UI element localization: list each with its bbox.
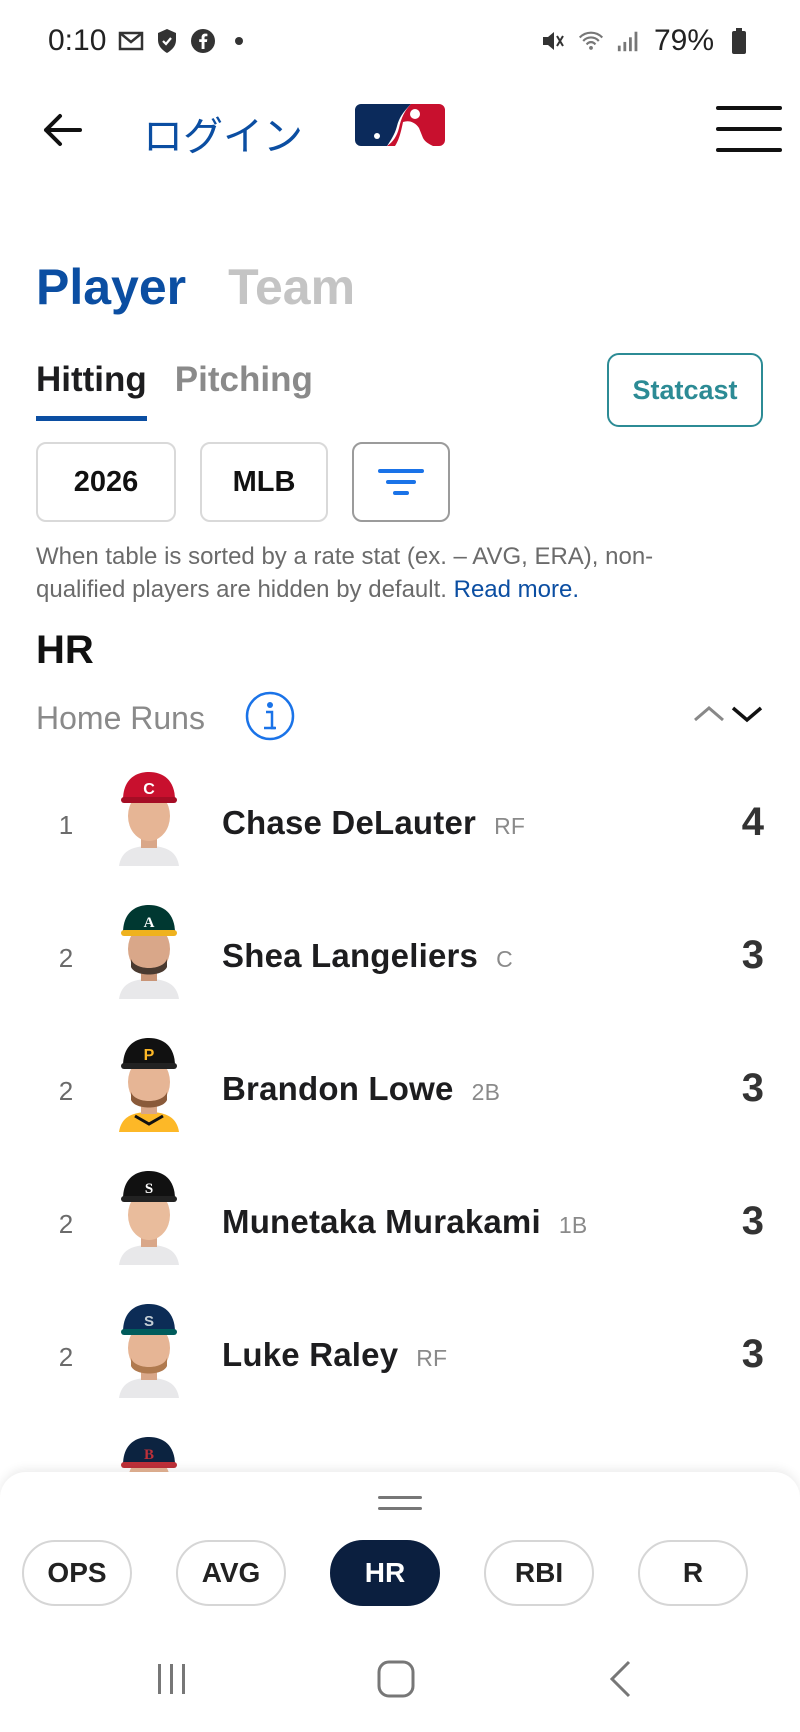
player-name-cell: Luke Raley RF <box>222 1336 447 1374</box>
player-row[interactable]: 2 S Luke Raley RF 3 <box>0 1292 800 1425</box>
wifi-icon <box>578 28 604 54</box>
menu-line <box>716 106 782 110</box>
status-time: 0:10 <box>48 24 107 57</box>
svg-text:P: P <box>144 1047 155 1064</box>
tab-player[interactable]: Player <box>36 258 186 316</box>
player-stat-value: 3 <box>741 1199 764 1243</box>
player-name: Shea Langeliers <box>222 937 479 974</box>
android-nav-bar <box>0 1632 800 1732</box>
chip-rbi[interactable]: RBI <box>484 1540 594 1606</box>
handle-line <box>378 1496 422 1499</box>
home-icon <box>377 1660 415 1698</box>
player-avatar: C <box>115 770 183 866</box>
read-more-link[interactable]: Read more. <box>454 576 579 603</box>
chip-avg[interactable]: AVG <box>176 1540 286 1606</box>
chevron-left-icon <box>609 1660 631 1698</box>
player-position: C <box>496 946 513 972</box>
player-row[interactable]: 2 A Shea Langeliers C 3 <box>0 893 800 1026</box>
app-header: ログイン <box>0 84 800 204</box>
filter-bar: 2026 MLB <box>36 442 450 522</box>
sort-up-down-icon[interactable] <box>693 700 765 728</box>
player-avatar: S <box>115 1302 183 1398</box>
arrow-left-icon <box>44 114 82 146</box>
player-name: Luke Raley <box>222 1336 399 1373</box>
info-icon[interactable] <box>244 690 296 742</box>
player-position: RF <box>494 813 526 839</box>
stat-selector-sheet: OPS AVG HR RBI R <box>0 1472 800 1732</box>
player-stat-value: 3 <box>741 933 764 977</box>
stat-full-name: Home Runs <box>36 700 205 736</box>
signal-icon <box>616 28 642 54</box>
player-name-cell: Munetaka Murakami 1B <box>222 1203 587 1241</box>
menu-line <box>716 127 782 131</box>
stat-abbreviation: HR <box>36 628 94 672</box>
svg-text:A: A <box>144 915 155 931</box>
statcast-button[interactable]: Statcast <box>607 353 763 427</box>
hitting-pitching-tabs: Hitting Pitching <box>36 360 313 421</box>
dot-icon <box>226 28 252 54</box>
system-status-icons: 79% <box>540 24 752 58</box>
facebook-icon <box>190 28 216 54</box>
player-name: Munetaka Murakami <box>222 1203 541 1240</box>
player-stat-value: 3 <box>741 1066 764 1110</box>
player-stat-value: 3 <box>741 1332 764 1376</box>
sort-options-button[interactable] <box>352 442 450 522</box>
player-position: RF <box>416 1345 448 1371</box>
battery-icon <box>726 28 752 54</box>
player-avatar: S <box>115 1169 183 1265</box>
player-stat-value: 4 <box>741 800 764 844</box>
sheet-drag-handle[interactable] <box>378 1496 422 1510</box>
tab-pitching[interactable]: Pitching <box>175 360 313 421</box>
player-row[interactable]: 1 C Chase DeLauter RF 4 <box>0 760 800 893</box>
tab-hitting[interactable]: Hitting <box>36 360 147 421</box>
status-bar: 0:10 79% <box>0 0 800 84</box>
battery-percent: 79% <box>653 24 714 57</box>
login-link[interactable]: ログイン <box>143 104 303 162</box>
chip-hr[interactable]: HR <box>330 1540 440 1606</box>
player-team-tabs: Player Team <box>36 258 355 316</box>
svg-text:B: B <box>144 1447 154 1463</box>
player-rank: 2 <box>58 943 74 973</box>
nav-back-button[interactable] <box>590 1654 650 1704</box>
player-name-cell: Brandon Lowe 2B <box>222 1070 500 1108</box>
handle-line <box>378 1507 422 1510</box>
player-position: 2B <box>471 1079 501 1105</box>
recent-apps-icon <box>158 1664 185 1694</box>
notification-icons <box>118 28 252 54</box>
player-rank: 1 <box>58 810 74 840</box>
player-row[interactable]: 2 P Brandon Lowe 2B 3 <box>0 1026 800 1159</box>
player-row[interactable]: 2 S Munetaka Murakami 1B 3 <box>0 1159 800 1292</box>
player-position: 1B <box>558 1212 588 1238</box>
hamburger-menu-button[interactable] <box>716 106 782 152</box>
leaderboard-list: 1 C Chase DeLauter RF 4 2 A Shea Langeli… <box>0 760 800 1558</box>
rate-stat-note: When table is sorted by a rate stat (ex.… <box>36 540 736 606</box>
tab-team[interactable]: Team <box>228 258 355 316</box>
svg-text:S: S <box>145 1181 153 1197</box>
svg-text:S: S <box>144 1313 154 1330</box>
menu-line <box>716 148 782 152</box>
svg-text:C: C <box>143 781 155 798</box>
chip-r[interactable]: R <box>638 1540 748 1606</box>
shield-icon <box>154 28 180 54</box>
player-name-cell: Shea Langeliers C <box>222 937 513 975</box>
player-avatar: A <box>115 903 183 999</box>
season-filter-button[interactable]: 2026 <box>36 442 176 522</box>
player-name-cell: Chase DeLauter RF <box>222 804 525 842</box>
player-name: Brandon Lowe <box>222 1070 454 1107</box>
player-rank: 2 <box>58 1342 74 1372</box>
player-avatar: P <box>115 1036 183 1132</box>
player-rank: 2 <box>58 1076 74 1106</box>
player-name: Chase DeLauter <box>222 804 477 841</box>
league-filter-button[interactable]: MLB <box>200 442 328 522</box>
stat-chip-row: OPS AVG HR RBI R <box>22 1540 748 1606</box>
home-button[interactable] <box>366 1654 426 1704</box>
back-button[interactable] <box>38 106 86 154</box>
player-rank: 2 <box>58 1209 74 1239</box>
recent-apps-button[interactable] <box>142 1654 202 1704</box>
mlb-logo[interactable] <box>355 104 445 150</box>
sort-lines-icon <box>378 469 424 495</box>
chip-ops[interactable]: OPS <box>22 1540 132 1606</box>
mute-icon <box>540 28 566 54</box>
gmail-icon <box>118 28 144 54</box>
